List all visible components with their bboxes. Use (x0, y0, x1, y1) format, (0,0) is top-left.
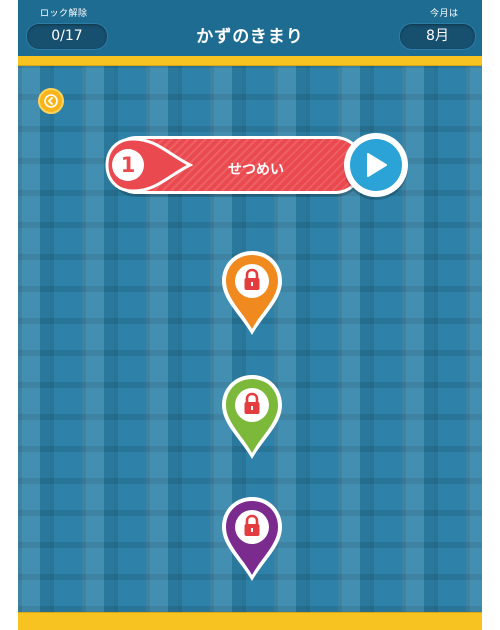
page-title: かずのきまり (196, 27, 304, 47)
back-button[interactable] (38, 88, 64, 114)
level-number: 1 (112, 149, 144, 181)
level-label: せつめい (228, 162, 284, 178)
unlock-count: 0/17 (26, 23, 108, 50)
map-pin-icon (222, 375, 282, 459)
header-stripe (18, 56, 482, 66)
unlock-label: ロック解除 (40, 9, 88, 19)
bottom-stripe (18, 612, 482, 630)
level-banner[interactable]: せつめい 1 (104, 133, 408, 197)
locked-level-pin-purple[interactable] (218, 494, 286, 584)
play-button[interactable] (344, 133, 408, 197)
month-label: 今月は (430, 9, 459, 19)
locked-level-pin-green[interactable] (218, 372, 286, 462)
app-screen: ロック解除 0/17 かずのきまり 今月は 8月 せつめい 1 (18, 0, 482, 630)
map-pin-icon (222, 497, 282, 581)
map-pin-icon (222, 251, 282, 335)
back-arrow-icon (44, 94, 58, 108)
locked-level-pin-orange[interactable] (218, 248, 286, 338)
level-badge: 1 (104, 136, 196, 194)
top-bar: ロック解除 0/17 かずのきまり 今月は 8月 (18, 0, 482, 56)
play-button-inner (350, 139, 402, 191)
play-icon (367, 153, 387, 177)
month-value: 8月 (399, 23, 476, 50)
